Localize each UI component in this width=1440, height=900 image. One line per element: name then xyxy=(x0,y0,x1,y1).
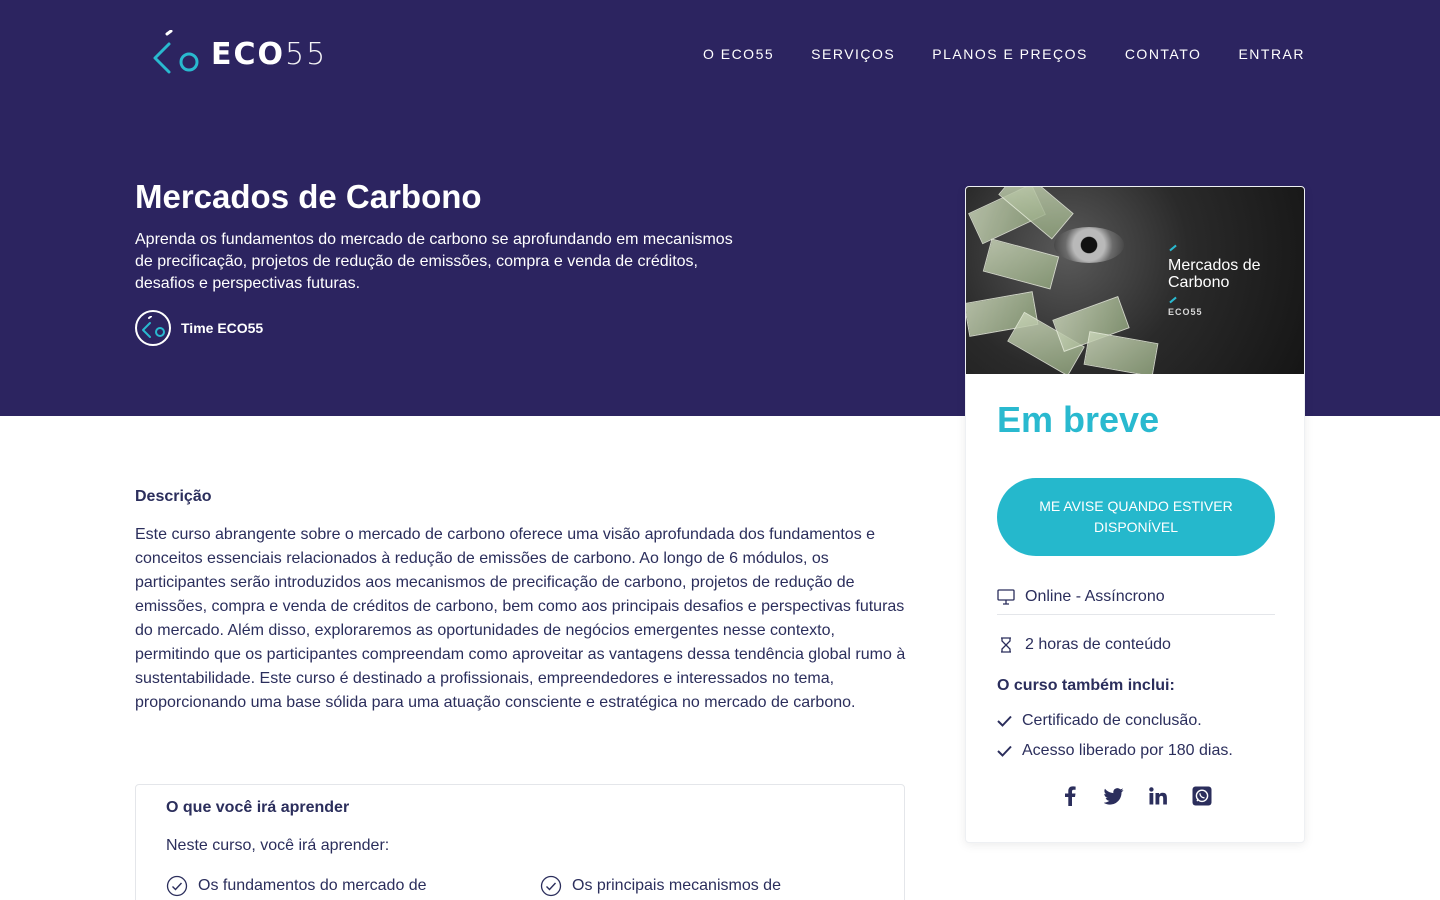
social-share xyxy=(966,785,1304,807)
author-name: Time ECO55 xyxy=(181,320,264,336)
course-thumbnail: Mercados de Carbono ECO55 xyxy=(966,187,1304,374)
twitter-icon[interactable] xyxy=(1103,785,1125,807)
monitor-icon xyxy=(997,588,1015,605)
logo[interactable]: ECO55 xyxy=(149,30,327,78)
include-item: Certificado de conclusão. xyxy=(997,712,1202,730)
include-label: Certificado de conclusão. xyxy=(1022,712,1202,729)
nav-item-servicos[interactable]: SERVIÇOS xyxy=(811,46,895,62)
avatar xyxy=(135,310,171,346)
learn-intro: Neste curso, você irá aprender: xyxy=(166,837,390,854)
course-subtitle: Aprenda os fundamentos do mercado de car… xyxy=(135,231,733,292)
logo-text-light: 55 xyxy=(285,36,328,72)
learn-section: O que você irá aprender Neste curso, voc… xyxy=(135,784,905,900)
nav-item-o-eco55[interactable]: O ECO55 xyxy=(703,46,774,62)
nav-item-planos[interactable]: PLANOS E PREÇOS xyxy=(932,46,1088,62)
linkedin-icon[interactable] xyxy=(1147,785,1169,807)
learn-item: Os fundamentos do mercado de xyxy=(166,875,427,897)
notify-button[interactable]: ME AVISE QUANDO ESTIVER DISPONÍVEL xyxy=(997,478,1275,556)
thumbnail-brand: ECO55 xyxy=(1168,307,1203,317)
status-label: Em breve xyxy=(997,399,1160,440)
feature-duration: 2 horas de conteúdo xyxy=(997,627,1275,663)
check-icon xyxy=(997,715,1012,727)
learn-item-label: Os principais mecanismos de xyxy=(572,877,781,894)
feature-delivery: Online - Assíncrono xyxy=(997,579,1275,615)
whatsapp-icon[interactable] xyxy=(1191,785,1213,807)
eco55-logo-icon xyxy=(153,30,199,74)
includes-title: O curso também inclui: xyxy=(997,677,1175,694)
check-icon xyxy=(997,745,1012,757)
course-card: Mercados de Carbono ECO55 Em breve ME AV… xyxy=(965,186,1305,843)
course-title: Mercados de Carbono xyxy=(135,178,482,215)
include-item: Acesso liberado por 180 dias. xyxy=(997,742,1233,760)
navbar: ECO55 O ECO55 SERVIÇOS PLANOS E PREÇOS C… xyxy=(135,24,1305,84)
eco55-logo-icon xyxy=(142,316,165,338)
feature-label: 2 horas de conteúdo xyxy=(1025,636,1171,653)
check-circle-icon xyxy=(166,875,188,897)
learn-item: Os principais mecanismos de xyxy=(540,875,781,897)
nav-item-entrar[interactable]: ENTRAR xyxy=(1238,46,1305,62)
eye-image xyxy=(1054,227,1124,263)
main-nav: O ECO55 SERVIÇOS PLANOS E PREÇOS CONTATO… xyxy=(703,46,1305,62)
include-label: Acesso liberado por 180 dias. xyxy=(1022,742,1233,759)
learn-title: O que você irá aprender xyxy=(166,799,350,816)
course-author[interactable]: Time ECO55 xyxy=(135,310,263,346)
feature-label: Online - Assíncrono xyxy=(1025,587,1165,605)
description-text: Este curso abrangente sobre o mercado de… xyxy=(135,526,906,711)
facebook-icon[interactable] xyxy=(1059,785,1081,807)
thumbnail-title: Mercados de Carbono xyxy=(1168,257,1261,291)
hourglass-icon xyxy=(1001,637,1011,653)
learn-item-label: Os fundamentos do mercado de xyxy=(198,877,427,894)
nav-item-contato[interactable]: CONTATO xyxy=(1125,46,1202,62)
description-title: Descrição xyxy=(135,488,212,505)
check-circle-icon xyxy=(540,875,562,897)
logo-text-bold: ECO xyxy=(211,36,286,72)
